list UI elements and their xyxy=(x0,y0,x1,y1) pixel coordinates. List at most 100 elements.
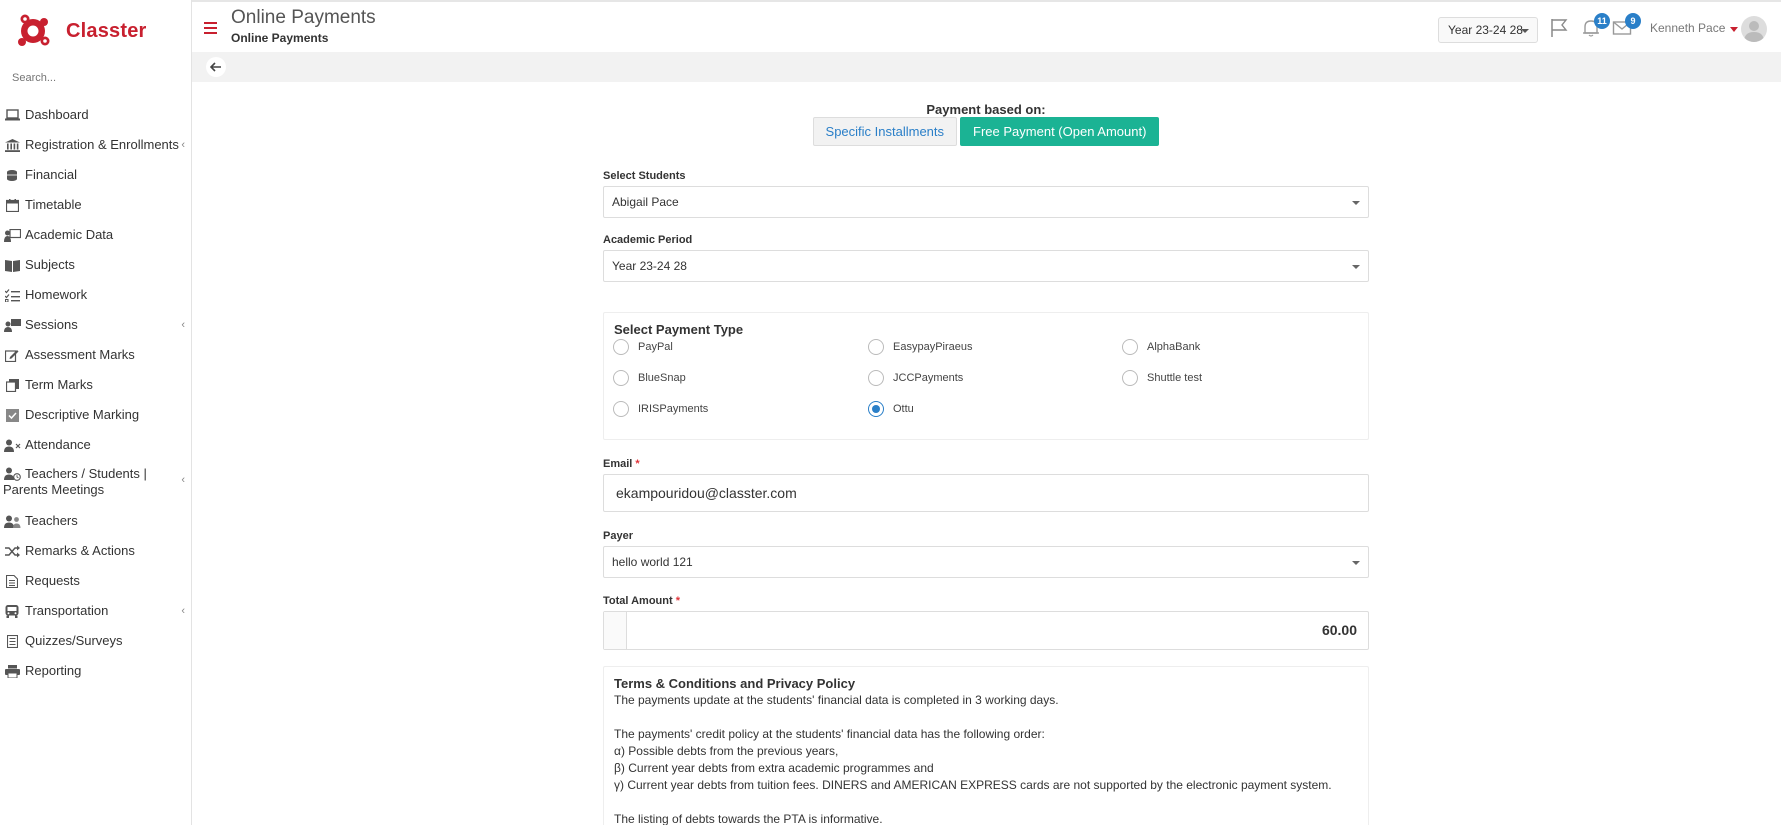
required-mark: * xyxy=(675,595,680,607)
sidebar-item-meetings[interactable]: Teachers / Students | Parents Meetings ‹ xyxy=(0,460,191,506)
page-subtitle: Online Payments xyxy=(231,31,329,45)
sidebar: Classter Dashboard Registration & Enroll… xyxy=(0,0,192,825)
free-payment-button[interactable]: Free Payment (Open Amount) xyxy=(960,117,1160,146)
sidebar-item-label: Term Marks xyxy=(25,377,93,392)
sidebar-item-label: Assessment Marks xyxy=(25,347,135,362)
hamburger-menu-icon[interactable] xyxy=(204,22,217,34)
payment-type-alphabank[interactable]: AlphaBank xyxy=(1122,339,1200,355)
sidebar-item-registration[interactable]: Registration & Enrollments ‹ xyxy=(0,130,191,160)
notifications-badge: 11 xyxy=(1594,13,1610,29)
radio-button-selected[interactable] xyxy=(868,401,884,417)
terms-text: The listing of debts towards the PTA is … xyxy=(614,812,883,825)
sidebar-item-assessment-marks[interactable]: Assessment Marks xyxy=(0,340,191,370)
sidebar-nav: Dashboard Registration & Enrollments ‹ F… xyxy=(0,100,191,686)
sidebar-item-label: Transportation xyxy=(25,603,109,618)
terms-text: β) Current year debts from extra academi… xyxy=(614,761,934,775)
sidebar-item-subjects[interactable]: Subjects xyxy=(0,250,191,280)
radio-button[interactable] xyxy=(613,401,629,417)
payment-type-shuttle-test[interactable]: Shuttle test xyxy=(1122,370,1202,386)
sidebar-item-requests[interactable]: Requests xyxy=(0,566,191,596)
payment-type-paypal[interactable]: PayPal xyxy=(613,339,673,355)
edit-icon xyxy=(3,348,21,362)
select-students-value: Abigail Pace xyxy=(612,195,679,209)
select-students-label: Select Students xyxy=(603,170,686,182)
users-icon xyxy=(3,514,21,528)
sidebar-item-teachers[interactable]: Teachers xyxy=(0,506,191,536)
payment-type-easypaypiraeus[interactable]: EasypayPiraeus xyxy=(868,339,973,355)
radio-button[interactable] xyxy=(613,370,629,386)
payment-type-ottu[interactable]: Ottu xyxy=(868,401,914,417)
sidebar-item-descriptive-marking[interactable]: Descriptive Marking xyxy=(0,400,191,430)
sidebar-item-label: Academic Data xyxy=(25,227,114,242)
payment-based-on-label: Payment based on: xyxy=(926,102,1046,117)
flag-icon[interactable] xyxy=(1549,18,1571,38)
top-header: Online Payments Online Payments Year 23-… xyxy=(192,0,1781,52)
terms-text: The payments update at the students' fin… xyxy=(614,693,1059,707)
logo[interactable]: Classter xyxy=(0,0,191,62)
payment-type-jccpayments[interactable]: JCCPayments xyxy=(868,370,963,386)
radio-button[interactable] xyxy=(1122,370,1138,386)
radio-button[interactable] xyxy=(1122,339,1138,355)
total-amount-input[interactable]: 60.00 xyxy=(603,611,1369,650)
sidebar-item-transportation[interactable]: Transportation ‹ xyxy=(0,596,191,626)
avatar[interactable] xyxy=(1741,16,1767,42)
payment-type-panel: Select Payment Type PayPal EasypayPiraeu… xyxy=(603,312,1369,440)
caret-down-icon xyxy=(1352,561,1360,565)
payer-dropdown[interactable]: hello world 121 xyxy=(603,546,1369,578)
caret-down-icon[interactable] xyxy=(1730,27,1738,32)
caret-down-icon xyxy=(1352,201,1360,205)
academic-period-dropdown[interactable]: Year 23-24 28 xyxy=(603,250,1369,282)
academic-period-value: Year 23-24 28 xyxy=(612,259,687,273)
payment-type-label: Shuttle test xyxy=(1147,372,1203,384)
sidebar-item-timetable[interactable]: Timetable xyxy=(0,190,191,220)
back-arrow-icon[interactable] xyxy=(206,57,226,77)
payment-type-label: BlueSnap xyxy=(638,372,686,384)
sidebar-search-input[interactable] xyxy=(12,68,190,88)
sidebar-item-homework[interactable]: Homework xyxy=(0,280,191,310)
messages-envelope-icon[interactable]: 9 xyxy=(1612,13,1641,38)
radio-button[interactable] xyxy=(613,339,629,355)
sidebar-item-term-marks[interactable]: Term Marks xyxy=(0,370,191,400)
sidebar-item-quizzes[interactable]: Quizzes/Surveys xyxy=(0,626,191,656)
sidebar-item-label: Remarks & Actions xyxy=(25,543,135,558)
sidebar-item-label: Teachers / Students | Parents Meetings xyxy=(3,466,147,497)
terms-text: α) Possible debts from the previous year… xyxy=(614,744,839,758)
teacher-board-icon xyxy=(3,228,21,242)
radio-button[interactable] xyxy=(868,339,884,355)
total-amount-value[interactable]: 60.00 xyxy=(627,612,1368,649)
sidebar-item-label: Requests xyxy=(25,573,80,588)
sidebar-item-attendance[interactable]: Attendance xyxy=(0,430,191,460)
user-x-icon xyxy=(3,438,21,452)
main-content: Payment based on: Specific Installments … xyxy=(192,82,1781,825)
payment-type-label: AlphaBank xyxy=(1147,341,1201,353)
sidebar-item-label: Registration & Enrollments xyxy=(25,137,179,152)
sidebar-item-reporting[interactable]: Reporting xyxy=(0,656,191,686)
terms-text: γ) Current year debts from tuition fees.… xyxy=(614,778,1332,792)
bus-icon xyxy=(3,604,21,618)
payment-type-irispayments[interactable]: IRISPayments xyxy=(613,401,708,417)
payment-type-title: Select Payment Type xyxy=(614,322,744,337)
email-field[interactable] xyxy=(603,474,1369,512)
user-name[interactable]: Kenneth Pace xyxy=(1650,21,1725,35)
specific-installments-button[interactable]: Specific Installments xyxy=(812,117,958,146)
classter-logo-icon xyxy=(18,14,50,46)
page-title: Online Payments xyxy=(231,7,376,28)
shuffle-icon xyxy=(3,544,21,558)
payment-type-bluesnap[interactable]: BlueSnap xyxy=(613,370,686,386)
notifications-bell-icon[interactable]: 11 xyxy=(1581,13,1610,38)
book-icon xyxy=(3,258,21,272)
year-selector[interactable]: Year 23-24 28 xyxy=(1438,17,1538,43)
radio-button[interactable] xyxy=(868,370,884,386)
sidebar-item-financial[interactable]: Financial xyxy=(0,160,191,190)
document-icon xyxy=(3,574,21,588)
sidebar-item-sessions[interactable]: Sessions ‹ xyxy=(0,310,191,340)
sidebar-item-label: Attendance xyxy=(25,437,91,452)
sidebar-item-dashboard[interactable]: Dashboard xyxy=(0,100,191,130)
printer-icon xyxy=(3,664,21,678)
select-students-dropdown[interactable]: Abigail Pace xyxy=(603,186,1369,218)
academic-period-label: Academic Period xyxy=(603,234,693,246)
checklist-icon xyxy=(3,288,21,302)
payment-mode-toggle: Specific Installments Free Payment (Open… xyxy=(603,117,1369,146)
sidebar-item-remarks[interactable]: Remarks & Actions xyxy=(0,536,191,566)
sidebar-item-academic-data[interactable]: Academic Data xyxy=(0,220,191,250)
